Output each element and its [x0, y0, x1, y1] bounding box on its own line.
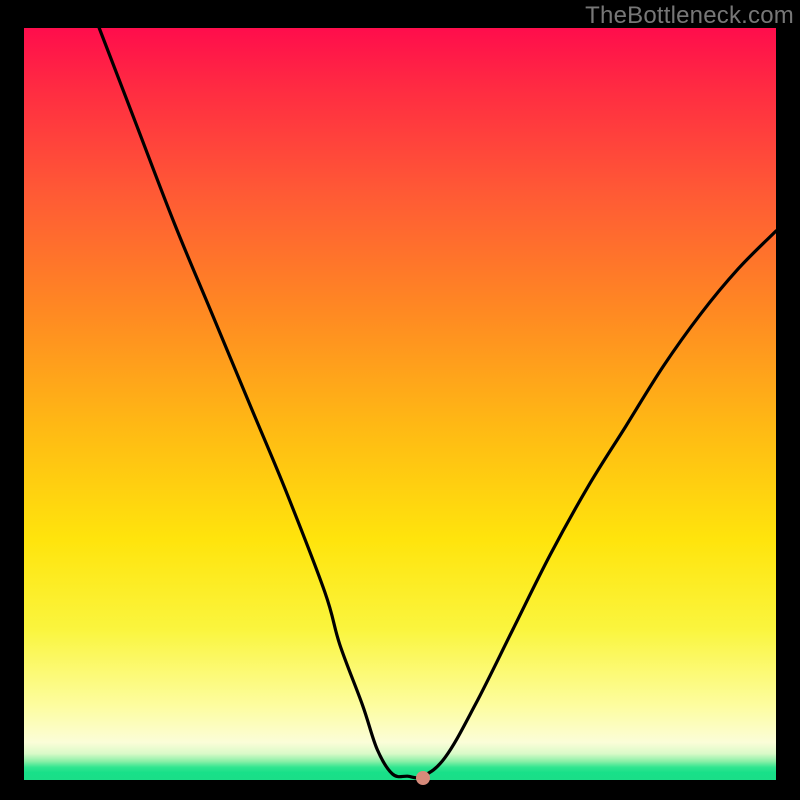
plot-area	[24, 28, 776, 780]
optimum-marker	[416, 771, 430, 785]
chart-frame: TheBottleneck.com	[0, 0, 800, 800]
curve-svg	[24, 28, 776, 780]
watermark-text: TheBottleneck.com	[585, 2, 794, 30]
bottleneck-curve	[99, 28, 776, 778]
